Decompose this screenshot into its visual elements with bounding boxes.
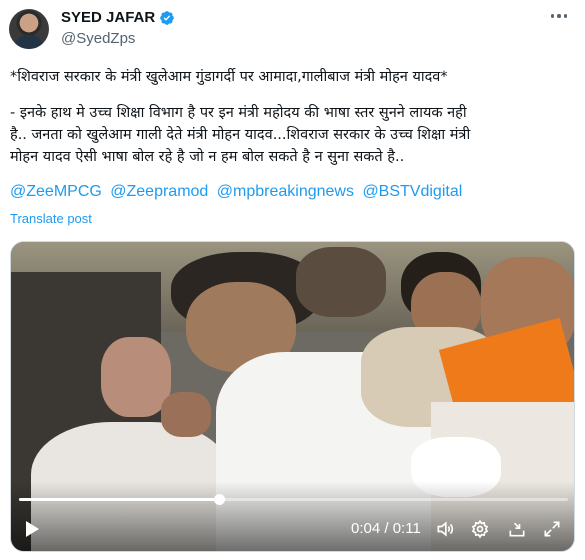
author-handle[interactable]: @SyedZps [61,30,135,47]
video-frame [11,242,574,551]
tweet-text-line: *शिवराज सरकार के मंत्री खुलेआम गुंडागर्द… [10,69,448,85]
mention-link[interactable]: @ZeeMPCG [10,183,102,200]
settings-gear-icon[interactable] [467,515,493,543]
mention-link[interactable]: @mpbreakingnews [217,183,354,200]
video-time: 0:04 / 0:11 [351,520,421,537]
volume-icon[interactable] [432,515,458,543]
mentions: @ZeeMPCG @Zeepramod @mpbreakingnews @BST… [10,183,466,201]
video-progress-handle[interactable] [214,494,225,505]
author-name-row: SYED JAFAR [61,9,175,26]
exit-embed-icon[interactable] [504,515,530,543]
tweet-card[interactable]: SYED JAFAR @SyedZps *शिवराज सरकार के मंत… [0,0,585,560]
more-options-icon[interactable] [550,14,567,18]
time-separator: / [380,520,393,537]
tweet-text-line: है.. जनता को खुलेआम गाली देते मंत्री मोह… [10,127,471,143]
tweet-text: *शिवराज सरकार के मंत्री खुलेआम गुंडागर्द… [10,66,575,168]
fullscreen-icon[interactable] [539,515,565,543]
translate-post-link[interactable]: Translate post [10,211,92,226]
video-controls: 0:04 / 0:11 [11,515,574,543]
play-icon[interactable] [19,515,45,543]
verified-badge-icon [160,10,175,25]
video-progress-bar[interactable] [19,494,568,505]
tweet-text-line: - इनके हाथ मे उच्च शिक्षा विभाग है पर इन… [10,105,467,121]
current-time: 0:04 [351,520,381,537]
author-name[interactable]: SYED JAFAR [61,9,155,26]
tweet-text-line: मोहन यादव ऐसी भाषा बोल रहे है जो न हम बो… [10,149,405,165]
mention-link[interactable]: @Zeepramod [110,183,208,200]
avatar[interactable] [9,9,49,49]
duration: 0:11 [392,520,421,537]
video-progress-fill [19,498,219,501]
mention-link[interactable]: @BSTVdigital [362,183,462,200]
video-player[interactable]: 0:04 / 0:11 [10,241,575,552]
